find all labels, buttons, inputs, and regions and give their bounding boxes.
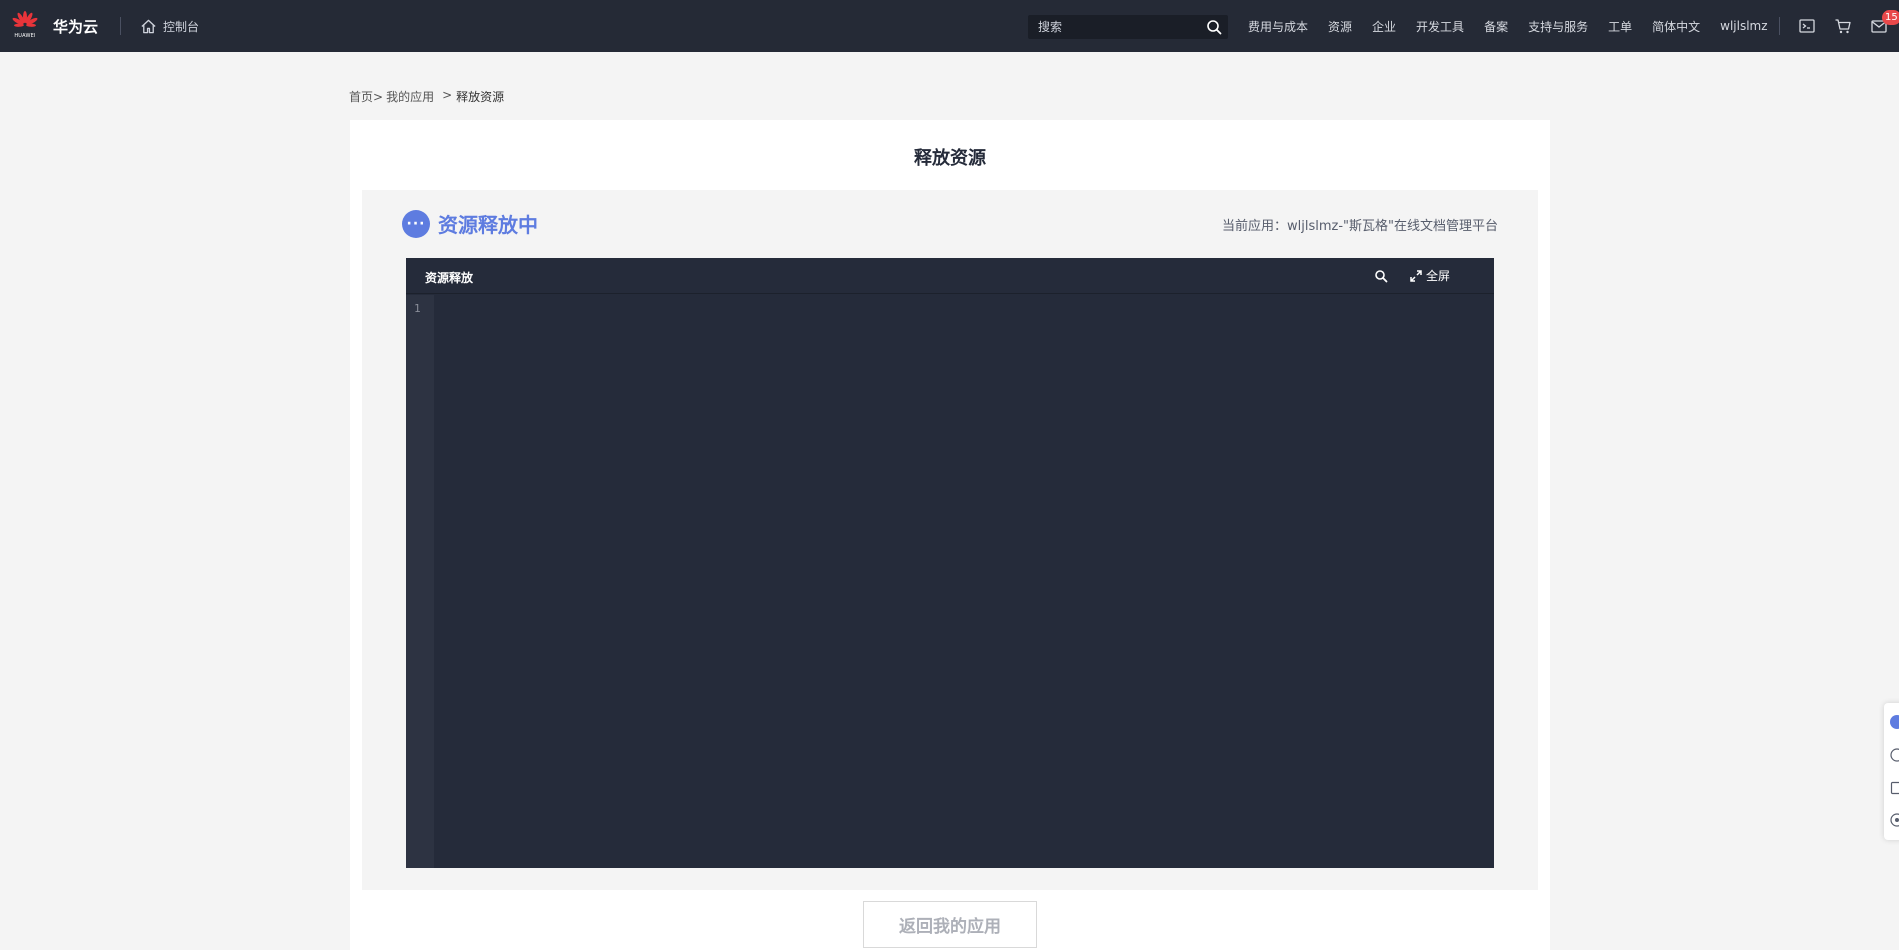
nav-dev-tools[interactable]: 开发工具	[1416, 18, 1464, 35]
breadcrumb-current: 释放资源	[456, 90, 505, 104]
global-search[interactable]	[1028, 15, 1228, 39]
line-number: 1	[414, 302, 421, 315]
nav-billing[interactable]: 费用与成本	[1248, 18, 1308, 35]
assistant-icon[interactable]	[1890, 715, 1899, 729]
huawei-logo[interactable]: HUAWEI	[11, 11, 39, 41]
current-app-label: 当前应用：wljlslmz-"斯瓦格"在线文档管理平台	[1222, 219, 1498, 234]
breadcrumb: 首页> 我的应用 > 释放资源	[349, 88, 504, 105]
status-text: 资源释放中	[438, 213, 538, 237]
line-number-gutter	[406, 295, 434, 868]
service-icon[interactable]	[1890, 813, 1899, 827]
home-icon	[141, 19, 156, 33]
logo-wordmark: HUAWEI	[14, 33, 36, 39]
console-search-icon[interactable]	[1374, 269, 1388, 283]
fullscreen-label: 全屏	[1426, 269, 1451, 283]
nav-resources[interactable]: 资源	[1328, 18, 1352, 35]
console-header: 资源释放 全屏	[406, 258, 1494, 294]
feedback-icon[interactable]	[1890, 781, 1899, 795]
nav-support[interactable]: 支持与服务	[1528, 18, 1588, 35]
cart-icon[interactable]	[1834, 17, 1852, 35]
release-status-card: ··· 资源释放中 当前应用：wljlslmz-"斯瓦格"在线文档管理平台 资源…	[362, 190, 1538, 890]
nav-tickets[interactable]: 工单	[1608, 18, 1632, 35]
nav-username[interactable]: wljlslmz	[1720, 19, 1767, 33]
brand[interactable]: HUAWEI 华为云	[0, 0, 98, 52]
brand-name[interactable]: 华为云	[53, 16, 98, 37]
breadcrumb-separator: >	[442, 88, 453, 102]
search-input[interactable]	[1028, 20, 1198, 34]
log-console: 资源释放 全屏 1	[406, 258, 1494, 868]
breadcrumb-home[interactable]: 首页>	[349, 88, 383, 105]
back-to-my-apps-button[interactable]: 返回我的应用	[863, 901, 1037, 948]
fullscreen-button[interactable]: 全屏	[1410, 267, 1450, 284]
message-count-badge: 15	[1882, 10, 1899, 25]
console-title: 资源释放	[425, 271, 474, 285]
search-icon[interactable]	[1206, 19, 1222, 35]
in-progress-icon: ···	[402, 210, 430, 238]
console-label: 控制台	[163, 19, 200, 34]
nav-language[interactable]: 简体中文	[1652, 18, 1700, 35]
help-icon[interactable]	[1890, 748, 1899, 762]
top-nav-links: 费用与成本 资源 企业 开发工具 备案 支持与服务 工单 简体中文 wljlsl…	[1248, 0, 1788, 52]
nav-icp-filing[interactable]: 备案	[1484, 18, 1508, 35]
expand-icon	[1410, 269, 1422, 282]
breadcrumb-my-apps[interactable]: 我的应用	[386, 88, 434, 105]
page-title: 释放资源	[914, 148, 986, 169]
nav-enterprise[interactable]: 企业	[1372, 18, 1396, 35]
console-link[interactable]: 控制台	[140, 18, 199, 35]
brand-divider	[120, 17, 122, 35]
floating-toolbar	[1884, 703, 1899, 840]
huawei-petal-icon	[12, 11, 38, 27]
terminal-icon[interactable]	[1798, 17, 1816, 35]
main-panel: 释放资源 ··· 资源释放中 当前应用：wljlslmz-"斯瓦格"在线文档管理…	[350, 120, 1550, 950]
top-navigation-bar: HUAWEI 华为云 控制台 费用与成本 资源 企业 开发工具 备案 支持与服务…	[0, 0, 1899, 52]
nav-divider	[1779, 17, 1780, 35]
